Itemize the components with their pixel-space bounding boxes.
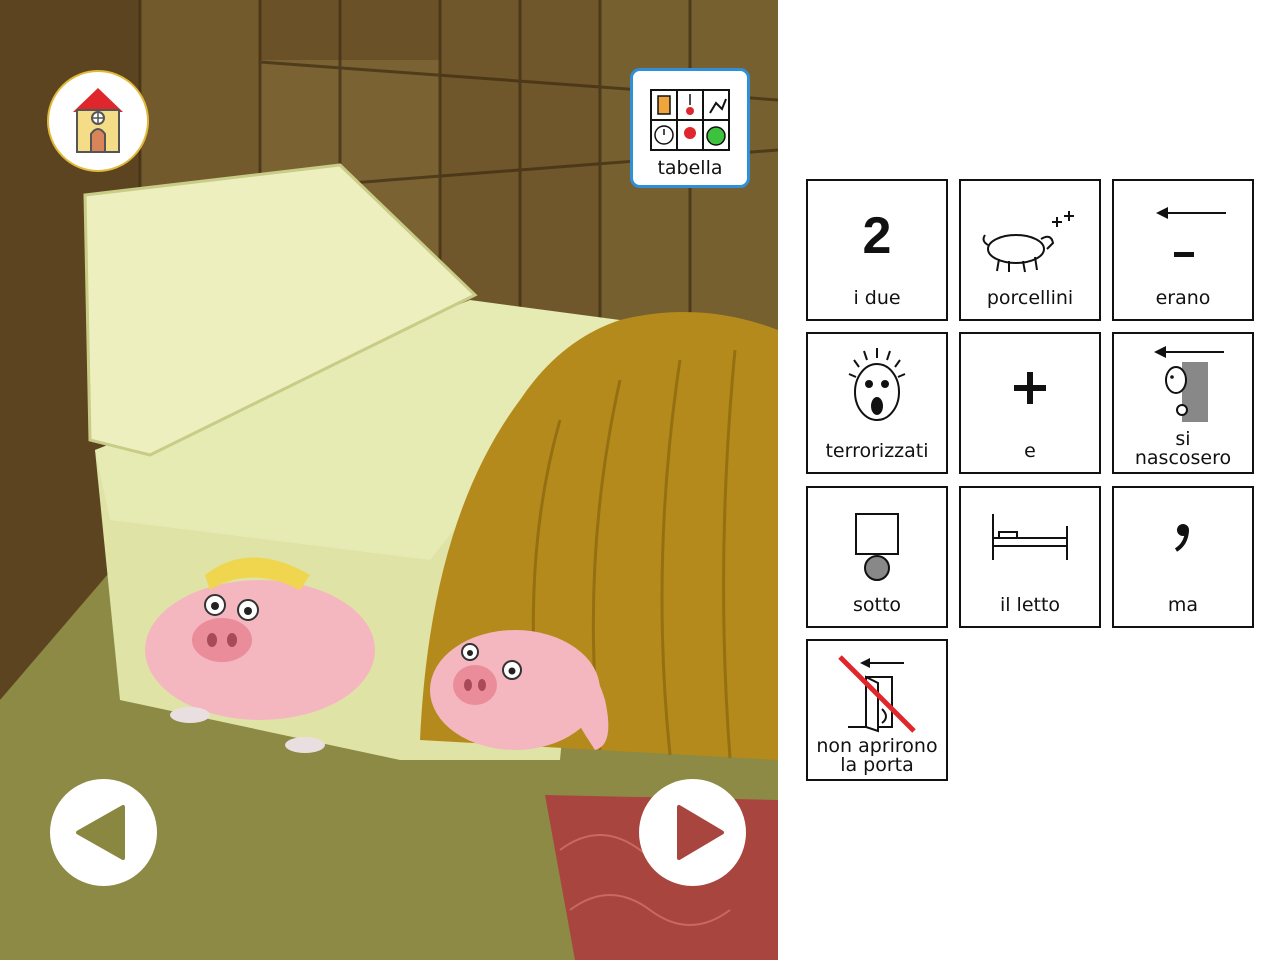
terrified-face-icon bbox=[848, 348, 906, 421]
symbol-grid-icon bbox=[650, 89, 730, 151]
symbol-card-ma[interactable]: ma bbox=[1112, 486, 1254, 628]
bed-icon bbox=[992, 514, 1068, 560]
svg-text:2: 2 bbox=[863, 207, 892, 265]
symbol-card-i-due[interactable]: 2 i due bbox=[806, 179, 948, 321]
symbol-label: il letto bbox=[999, 594, 1061, 616]
comma-icon bbox=[1174, 524, 1189, 552]
previous-page-button[interactable] bbox=[50, 779, 157, 886]
tabella-label: tabella bbox=[657, 157, 723, 179]
symbol-label: erano bbox=[1155, 287, 1211, 309]
home-button[interactable] bbox=[47, 70, 149, 172]
symbol-card-terrorizzati[interactable]: terrorizzati bbox=[806, 332, 948, 474]
plus-icon bbox=[1014, 372, 1046, 404]
symbol-label: non aprirono la porta bbox=[816, 735, 938, 776]
symbol-label: e bbox=[1024, 440, 1036, 462]
symbol-card-si-nascosero[interactable]: si nascosero bbox=[1112, 332, 1254, 474]
symbol-card-erano[interactable]: erano bbox=[1112, 179, 1254, 321]
under-icon bbox=[855, 513, 899, 581]
tabella-button[interactable]: tabella bbox=[630, 68, 750, 188]
symbol-label: sotto bbox=[852, 594, 902, 616]
symbol-card-sotto[interactable]: sotto bbox=[806, 486, 948, 628]
symbol-label: terrorizzati bbox=[825, 440, 929, 462]
symbol-label: porcellini bbox=[986, 287, 1074, 309]
pig-icon bbox=[982, 211, 1074, 273]
symbol-card-il-letto[interactable]: il letto bbox=[959, 486, 1101, 628]
symbol-label: ma bbox=[1167, 594, 1199, 616]
symbol-label: si nascosero bbox=[1134, 428, 1232, 469]
story-illustration: tabella bbox=[0, 0, 778, 960]
next-page-button[interactable] bbox=[639, 779, 746, 886]
triangle-left-icon bbox=[76, 805, 125, 860]
not-open-door-icon bbox=[838, 655, 916, 733]
symbol-card-porcellini[interactable]: porcellini bbox=[959, 179, 1101, 321]
past-tense-icon bbox=[1156, 207, 1226, 257]
symbol-label: i due bbox=[853, 287, 901, 309]
symbol-card-e[interactable]: e bbox=[959, 332, 1101, 474]
symbol-card-non-aprirono-la-porta[interactable]: non aprirono la porta bbox=[806, 639, 948, 781]
house-icon bbox=[73, 88, 123, 153]
number-2-icon: 2 bbox=[863, 207, 892, 265]
hiding-person-icon bbox=[1154, 346, 1224, 422]
triangle-right-icon bbox=[677, 805, 724, 860]
